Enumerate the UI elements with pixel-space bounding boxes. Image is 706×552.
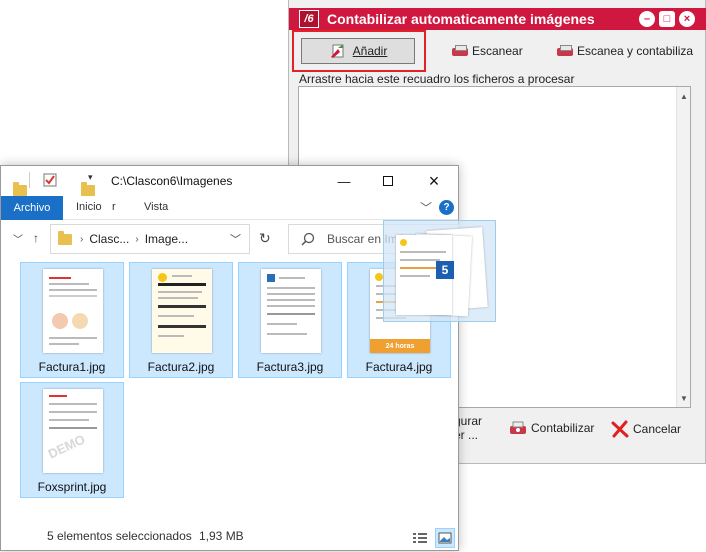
cancel-button[interactable]: Cancelar xyxy=(611,420,681,438)
file-thumbnail xyxy=(43,269,103,353)
breadcrumb-separator-icon: › xyxy=(135,233,139,245)
drag-count-badge: 5 xyxy=(436,261,454,279)
file-thumbnail xyxy=(152,269,212,353)
folder-icon xyxy=(13,181,27,196)
drag-ghost: 5 xyxy=(383,220,496,322)
window-title-path: C:\Clascon6\Imagenes xyxy=(111,174,233,188)
maximize-button[interactable]: □ xyxy=(659,11,675,27)
close-button[interactable]: × xyxy=(419,170,449,192)
file-name: Foxsprint.jpg xyxy=(37,480,107,494)
tab-partial[interactable]: r xyxy=(112,201,116,213)
clascon-logo: /6 xyxy=(299,10,319,28)
hours-tag: 24 horas xyxy=(370,339,430,353)
post-icon xyxy=(510,421,526,434)
clascon-title-bar[interactable]: /6 Contabilizar automaticamente imágenes… xyxy=(289,8,706,30)
post-button-label: Contabilizar xyxy=(531,421,595,435)
properties-check-icon[interactable] xyxy=(43,173,57,187)
file-item-foxsprint[interactable]: DEMO Foxsprint.jpg xyxy=(20,382,124,498)
divider xyxy=(29,172,30,188)
breadcrumb-separator-icon: › xyxy=(80,233,84,245)
file-name: Factura3.jpg xyxy=(256,360,324,374)
recent-locations-icon[interactable]: ﹀ xyxy=(13,231,23,246)
minimize-button[interactable]: — xyxy=(329,170,359,192)
folder-icon xyxy=(58,230,72,245)
drop-instructions: Arrastre hacia este recuadro los fichero… xyxy=(299,72,575,86)
explorer-title-bar[interactable]: ▾ C:\Clascon6\Imagenes — × xyxy=(1,166,458,196)
quick-access-dropdown-icon[interactable]: ▾ xyxy=(88,172,93,183)
file-name: Factura2.jpg xyxy=(147,360,215,374)
file-thumbnail: DEMO xyxy=(43,389,103,473)
scan-post-button[interactable]: Escanea y contabiliza xyxy=(557,44,693,58)
tab-inicio[interactable]: Inicio xyxy=(76,201,102,213)
new-folder-icon[interactable] xyxy=(81,181,95,196)
address-bar[interactable]: › Clasc... › Image... ﹀ xyxy=(50,224,250,254)
file-item-factura3[interactable]: Factura3.jpg xyxy=(238,262,342,378)
large-icons-view-icon[interactable] xyxy=(435,528,455,548)
demo-watermark: DEMO xyxy=(45,431,88,462)
scan-button-label: Escanear xyxy=(472,44,523,58)
file-item-factura2[interactable]: Factura2.jpg xyxy=(129,262,233,378)
breadcrumb-clascon[interactable]: Clasc... xyxy=(89,232,129,246)
tab-archivo[interactable]: Archivo xyxy=(1,196,63,220)
selection-count: 5 elementos seleccionados xyxy=(47,529,192,543)
add-icon xyxy=(330,44,344,58)
close-button[interactable]: × xyxy=(679,11,695,27)
file-name: Factura4.jpg xyxy=(365,360,433,374)
selection-size: 1,93 MB xyxy=(199,529,244,543)
clascon-toolbar: Añadir Escanear Escanea y contabiliza xyxy=(289,30,705,72)
scan-button[interactable]: Escanear xyxy=(452,44,523,58)
ribbon-expand-icon[interactable]: ﹀ xyxy=(420,199,432,216)
tab-vista[interactable]: Vista xyxy=(144,201,168,213)
help-icon[interactable]: ? xyxy=(439,200,454,215)
scroll-up-icon[interactable]: ▲ xyxy=(677,89,691,103)
scan-post-button-label: Escanea y contabiliza xyxy=(577,44,694,58)
file-name: Factura1.jpg xyxy=(38,360,106,374)
clascon-title: Contabilizar automaticamente imágenes xyxy=(327,11,595,27)
search-icon xyxy=(301,232,315,246)
maximize-button[interactable] xyxy=(373,170,403,192)
scanner-icon xyxy=(452,45,468,57)
file-thumbnail xyxy=(261,269,321,353)
breadcrumb-imagenes[interactable]: Image... xyxy=(145,232,188,246)
post-button[interactable]: Contabilizar xyxy=(509,420,594,436)
cancel-x-icon xyxy=(611,420,629,438)
add-button-label: Añadir xyxy=(352,44,388,58)
status-bar: 5 elementos seleccionados 1,93 MB xyxy=(1,528,458,552)
cancel-button-label: Cancelar xyxy=(633,422,682,436)
minimize-button[interactable]: – xyxy=(639,11,655,27)
add-button[interactable]: Añadir xyxy=(301,38,415,64)
maximize-icon xyxy=(383,176,393,186)
address-dropdown-icon[interactable]: ﹀ xyxy=(230,231,241,247)
scroll-down-icon[interactable]: ▼ xyxy=(677,391,691,405)
scanner-icon xyxy=(557,45,573,57)
file-item-factura1[interactable]: Factura1.jpg xyxy=(20,262,124,378)
ribbon-tabs: Archivo Inicio r Vista ﹀ ? xyxy=(1,196,458,220)
refresh-icon[interactable]: ↻ xyxy=(259,230,271,247)
drop-area-scrollbar[interactable]: ▲ ▼ xyxy=(676,87,690,407)
details-view-icon[interactable] xyxy=(412,531,428,545)
up-arrow-icon[interactable]: ↑ xyxy=(33,231,39,245)
